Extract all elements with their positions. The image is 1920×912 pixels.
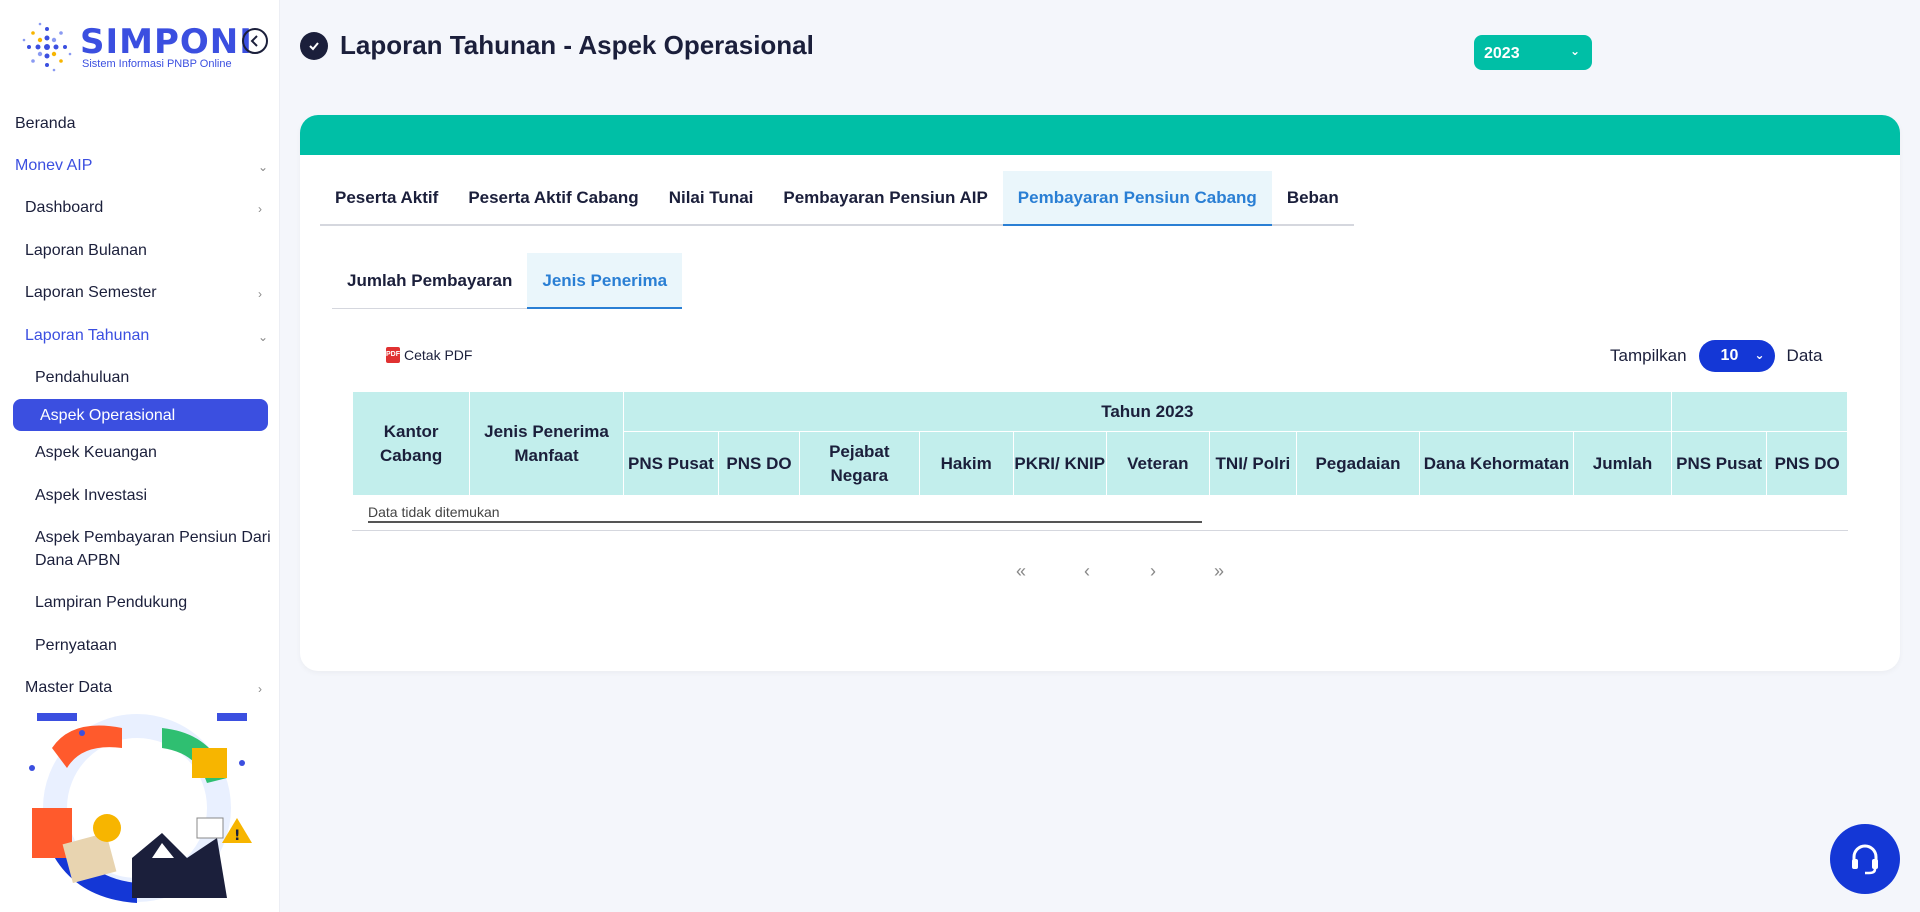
sidebar: SIMPONI Sistem Informasi PNBP Online Ber… — [0, 0, 280, 912]
header-kantor-cabang: Kantor Cabang — [352, 391, 471, 496]
sidebar-item-dashboard[interactable]: Dashboard — [25, 199, 103, 217]
first-page-button[interactable]: « — [988, 561, 1054, 582]
header-col-veteran: Veteran — [1105, 431, 1210, 496]
subtab-jumlah-pembayaran[interactable]: Jumlah Pembayaran — [332, 253, 527, 309]
page-size-select[interactable]: 10 ⌄ — [1698, 340, 1775, 372]
header-tahun-group: Tahun 2023 — [622, 391, 1672, 432]
header-col-jumlah: Jumlah — [1573, 431, 1672, 496]
year-select-value: 2023 — [1484, 45, 1520, 62]
header-col-pkri-knip: PKRI/ KNIP — [1012, 431, 1107, 496]
prev-page-button[interactable]: ‹ — [1054, 561, 1120, 582]
sidebar-item-pernyataan[interactable]: Pernyataan — [35, 637, 117, 655]
chevron-left-icon — [250, 35, 258, 47]
brand-logo[interactable]: SIMPONI Sistem Informasi PNBP Online — [18, 16, 252, 78]
header-col-dana-kehormatan: Dana Kehormatan — [1418, 431, 1575, 496]
sidebar-item-laporan-semester[interactable]: Laporan Semester — [25, 284, 157, 302]
sub-tabs: Jumlah Pembayaran Jenis Penerima — [332, 253, 683, 309]
header-col-pns-pusat: PNS Pusat — [622, 431, 720, 496]
sidebar-item-aspek-pembayaran-line2[interactable]: Dana APBN — [35, 552, 120, 570]
year-select[interactable]: 2023 ⌄ — [1474, 35, 1592, 70]
header-col-pegadaian: Pegadaian — [1296, 431, 1420, 496]
tab-beban[interactable]: Beban — [1272, 171, 1354, 226]
sidebar-item-monev-aip[interactable]: Monev AIP — [15, 157, 92, 175]
chevron-right-icon: › — [258, 682, 262, 696]
last-page-button[interactable]: » — [1186, 561, 1252, 582]
tab-pembayaran-pensiun-cabang[interactable]: Pembayaran Pensiun Cabang — [1002, 171, 1272, 226]
chevron-down-icon: ⌄ — [258, 160, 269, 174]
header-col-pejabat-negara: Pejabat Negara — [798, 431, 920, 496]
chevron-down-icon: ⌄ — [1754, 348, 1765, 362]
chevron-down-icon: ⌄ — [258, 330, 269, 344]
chevron-down-icon: ⌄ — [1569, 44, 1580, 58]
data-table-container[interactable]: Kantor Cabang Jenis Penerima Manfaat Tah… — [352, 391, 1848, 531]
print-pdf-label: Cetak PDF — [404, 347, 473, 363]
header-next-group — [1670, 391, 1848, 432]
sidebar-item-lampiran-pendukung[interactable]: Lampiran Pendukung — [35, 594, 187, 612]
collapse-sidebar-button[interactable] — [242, 28, 268, 54]
chevron-right-icon: › — [258, 287, 262, 301]
sidebar-item-aspek-investasi[interactable]: Aspek Investasi — [35, 487, 147, 505]
page-size-control: Tampilkan 10 ⌄ Data — [1610, 340, 1822, 372]
simponi-logo-icon — [22, 22, 72, 72]
pagination: « ‹ › » — [988, 561, 1252, 582]
table-bottom-divider — [352, 530, 1848, 531]
check-circle-icon — [300, 31, 328, 60]
sidebar-item-master-data[interactable]: Master Data — [25, 679, 112, 697]
report-card: Peserta Aktif Peserta Aktif Cabang Nilai… — [300, 115, 1900, 671]
main-tabs: Peserta Aktif Peserta Aktif Cabang Nilai… — [320, 171, 1354, 226]
page-header: Laporan Tahunan - Aspek Operasional — [300, 30, 814, 61]
pdf-file-icon: PDF — [386, 347, 400, 363]
brand-title: SIMPONI — [80, 22, 253, 62]
subtab-jenis-penerima[interactable]: Jenis Penerima — [527, 253, 683, 309]
sidebar-item-beranda[interactable]: Beranda — [15, 115, 76, 133]
page-title: Laporan Tahunan - Aspek Operasional — [340, 30, 814, 60]
tab-peserta-aktif-cabang[interactable]: Peserta Aktif Cabang — [453, 171, 653, 226]
tab-nilai-tunai[interactable]: Nilai Tunai — [654, 171, 769, 226]
print-pdf-button[interactable]: PDF Cetak PDF — [386, 347, 472, 363]
sidebar-item-aspek-pembayaran-line1[interactable]: Aspek Pembayaran Pensiun Dari — [35, 529, 271, 547]
tab-pembayaran-pensiun-aip[interactable]: Pembayaran Pensiun AIP — [768, 171, 1002, 226]
svg-text:!: ! — [234, 828, 240, 844]
sidebar-item-laporan-bulanan[interactable]: Laporan Bulanan — [25, 242, 147, 260]
sidebar-item-aspek-operasional[interactable]: Aspek Operasional — [13, 399, 268, 431]
page-size-value: 10 — [1720, 347, 1739, 364]
header-col-pns-do-2: PNS DO — [1766, 431, 1848, 496]
next-page-button[interactable]: › — [1120, 561, 1186, 582]
empty-table-message: Data tidak ditemukan — [368, 501, 1202, 523]
decorative-illustration: ! — [29, 713, 252, 903]
chevron-right-icon: › — [258, 202, 262, 216]
tab-peserta-aktif[interactable]: Peserta Aktif — [320, 171, 453, 226]
sidebar-item-laporan-tahunan[interactable]: Laporan Tahunan — [25, 327, 149, 345]
help-support-button[interactable] — [1830, 824, 1900, 894]
data-label: Data — [1786, 346, 1823, 365]
header-col-hakim: Hakim — [918, 431, 1014, 496]
sidebar-item-aspek-keuangan[interactable]: Aspek Keuangan — [35, 444, 157, 462]
sidebar-item-pendahuluan[interactable]: Pendahuluan — [35, 369, 129, 387]
header-col-tni-polri: TNI/ Polri — [1208, 431, 1298, 496]
brand-subtitle: Sistem Informasi PNBP Online — [82, 58, 232, 70]
card-header-bar — [300, 115, 1900, 155]
header-jenis-penerima-manfaat: Jenis Penerima Manfaat — [469, 391, 624, 496]
show-label: Tampilkan — [1610, 346, 1687, 365]
data-table: Kantor Cabang Jenis Penerima Manfaat Tah… — [352, 391, 1848, 496]
headset-icon — [1852, 844, 1878, 875]
header-col-pns-pusat-2: PNS Pusat — [1670, 431, 1768, 496]
header-col-pns-do: PNS DO — [718, 431, 800, 496]
